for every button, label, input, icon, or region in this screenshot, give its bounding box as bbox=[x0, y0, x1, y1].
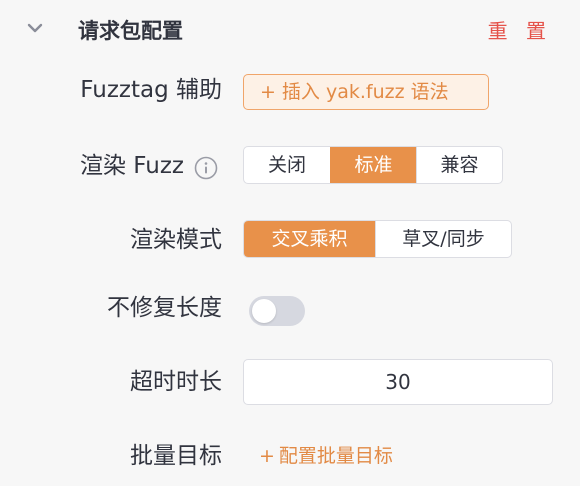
no-fix-length-toggle[interactable] bbox=[249, 296, 305, 326]
render-fuzz-label: 渲染 Fuzz bbox=[79, 153, 184, 179]
insert-fuzz-syntax-label: 插入 yak.fuzz 语法 bbox=[281, 81, 449, 103]
render-fuzz-option-off[interactable]: 关闭 bbox=[244, 147, 330, 183]
reset-button[interactable]: 重 置 bbox=[488, 16, 552, 46]
chevron-down-icon[interactable] bbox=[25, 18, 45, 38]
info-icon[interactable] bbox=[194, 156, 218, 180]
plus-icon: + bbox=[260, 81, 276, 103]
fuzztag-row: Fuzztag 辅助 + 插入 yak.fuzz 语法 bbox=[0, 70, 580, 114]
render-fuzz-option-compat[interactable]: 兼容 bbox=[416, 147, 502, 183]
section-title: 请求包配置 bbox=[78, 19, 183, 43]
no-fix-length-label: 不修复长度 bbox=[107, 295, 222, 321]
timeout-input[interactable]: 30 bbox=[243, 359, 553, 405]
render-mode-label: 渲染模式 bbox=[130, 227, 222, 253]
timeout-row: 超时时长 30 bbox=[0, 359, 580, 405]
render-mode-option-pitchfork[interactable]: 草叉/同步 bbox=[375, 221, 511, 257]
configure-batch-target-label: 配置批量目标 bbox=[278, 445, 393, 467]
batch-target-row: 批量目标 + 配置批量目标 bbox=[0, 436, 580, 476]
timeout-label: 超时时长 bbox=[130, 369, 222, 395]
request-config-panel: 请求包配置 重 置 Fuzztag 辅助 + 插入 yak.fuzz 语法 渲染 … bbox=[0, 0, 580, 486]
no-fix-length-row: 不修复长度 bbox=[0, 288, 580, 332]
render-mode-segmented: 交叉乘积 草叉/同步 bbox=[243, 220, 512, 258]
plus-icon: + bbox=[259, 445, 275, 467]
render-fuzz-row: 渲染 Fuzz 关闭 标准 兼容 bbox=[0, 146, 580, 186]
batch-target-label: 批量目标 bbox=[130, 443, 222, 469]
render-fuzz-segmented: 关闭 标准 兼容 bbox=[243, 146, 503, 184]
fuzztag-label: Fuzztag 辅助 bbox=[80, 77, 222, 103]
render-mode-option-cross-product[interactable]: 交叉乘积 bbox=[244, 221, 375, 257]
configure-batch-target-link[interactable]: + 配置批量目标 bbox=[259, 436, 393, 476]
insert-fuzz-syntax-button[interactable]: + 插入 yak.fuzz 语法 bbox=[243, 74, 489, 110]
toggle-knob bbox=[252, 299, 276, 323]
render-mode-row: 渲染模式 交叉乘积 草叉/同步 bbox=[0, 220, 580, 260]
render-fuzz-option-standard[interactable]: 标准 bbox=[330, 147, 416, 183]
section-header[interactable]: 请求包配置 重 置 bbox=[0, 0, 580, 62]
